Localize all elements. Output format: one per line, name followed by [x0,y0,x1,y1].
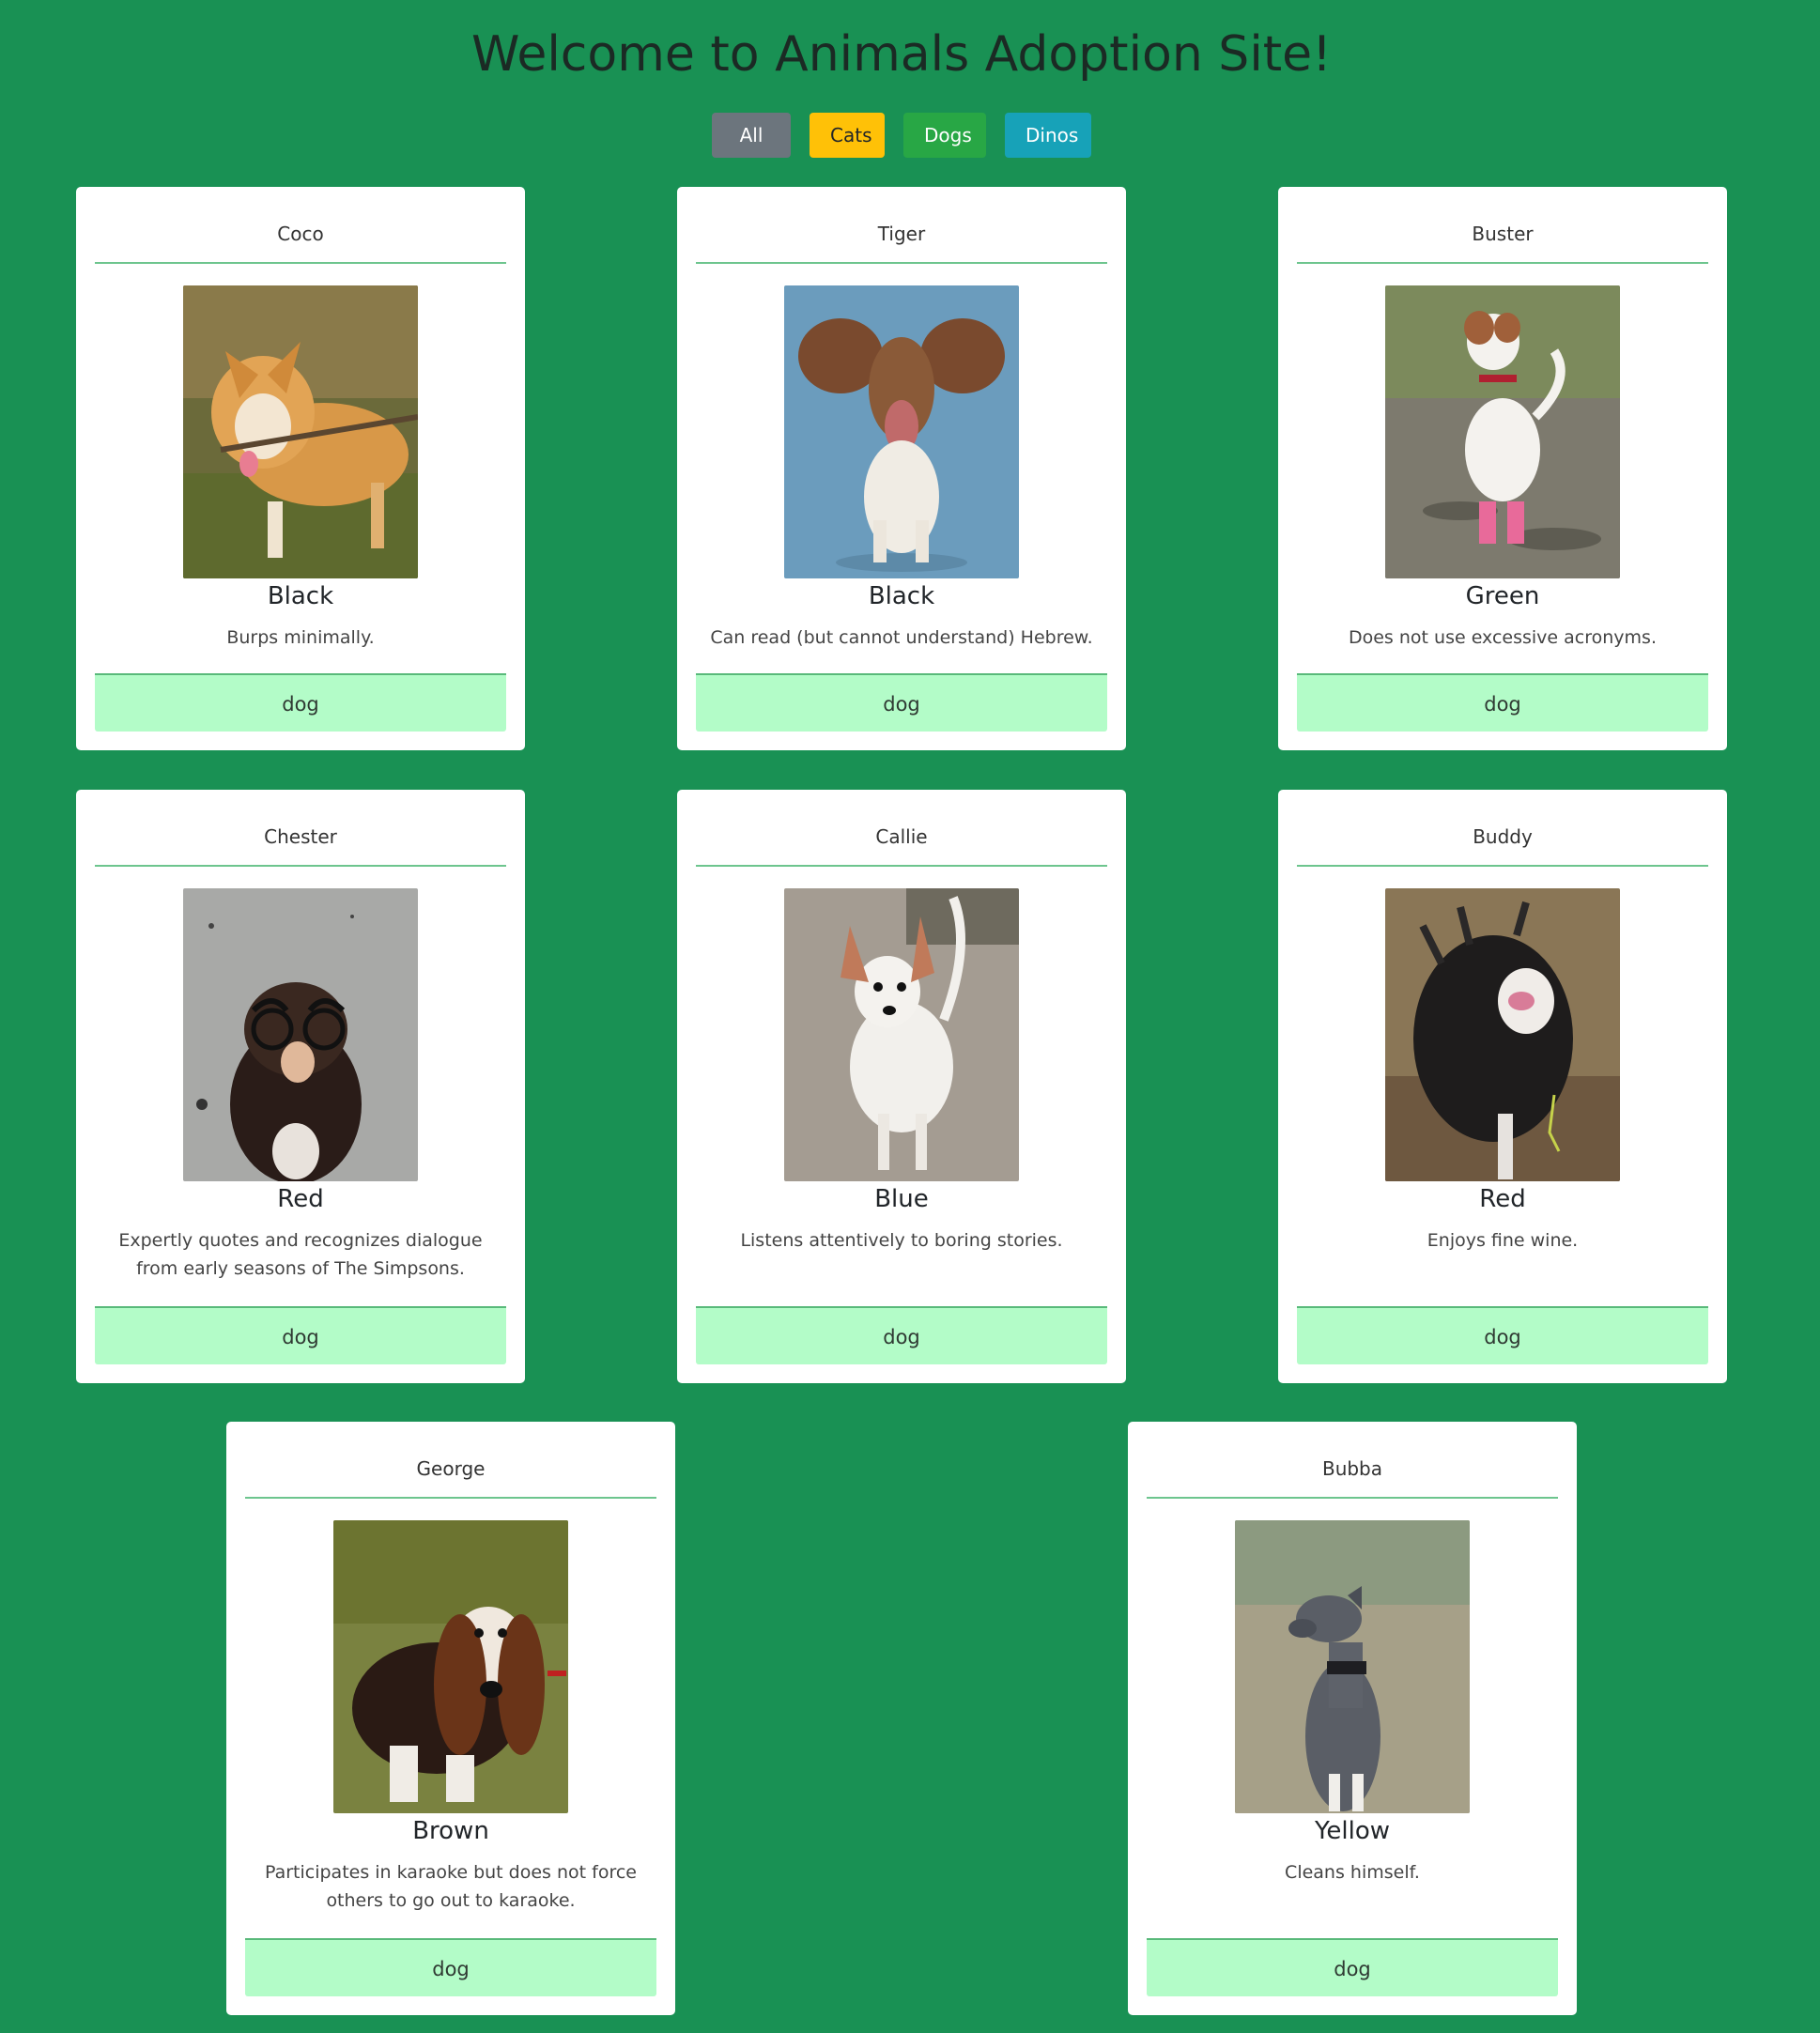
animal-color: Black [267,582,334,610]
animal-type: dog [696,1306,1107,1364]
animal-description: Listens attentively to boring stories. [740,1230,1063,1251]
animal-photo [1235,1520,1470,1813]
animal-type: dog [1147,1938,1558,1996]
animal-card: George Brown Participates in karaoke but… [226,1422,675,2015]
animal-color: Brown [412,1817,489,1845]
animal-description: Cleans himself. [1285,1862,1420,1883]
animal-color: Red [277,1185,324,1213]
animal-color: Yellow [1314,1817,1391,1845]
animal-name: Bubba [1147,1422,1558,1499]
animal-name: Coco [95,187,506,264]
animal-photo [183,285,418,578]
filter-dinos-button[interactable]: Dinos [1005,113,1091,158]
animal-type: dog [95,673,506,732]
animal-type: dog [696,673,1107,732]
filter-cats-button[interactable]: Cats [810,113,885,158]
animal-type: dog [95,1306,506,1364]
animal-color: Blue [874,1185,929,1213]
animal-description: Participates in karaoke but does not for… [264,1862,637,1911]
animal-card: Bubba Yellow Cleans himself. dog [1128,1422,1577,2015]
animal-photo [784,285,1019,578]
filter-bar: All Cats Dogs Dinos [0,113,1803,158]
animal-name: Buddy [1297,790,1708,867]
animal-name: Callie [696,790,1107,867]
animal-type: dog [245,1938,656,1996]
filter-all-button[interactable]: All [712,113,791,158]
animal-name: George [245,1422,656,1499]
animal-card: Chester Red Expertly quotes and recogniz… [76,790,525,1383]
animal-type: dog [1297,673,1708,732]
animal-description: Expertly quotes and recognizes dialogue … [118,1230,483,1279]
animal-card: Coco Black Burps minimally. dog [76,187,525,750]
animal-color: Black [868,582,935,610]
animal-card: Buster Green Does not use excessive acro… [1278,187,1727,750]
animal-color: Red [1479,1185,1526,1213]
animal-photo [784,888,1019,1181]
animal-description: Enjoys fine wine. [1427,1230,1579,1251]
animal-photo [1385,285,1620,578]
animal-name: Buster [1297,187,1708,264]
animal-photo [333,1520,568,1813]
page-title: Welcome to Animals Adoption Site! [471,26,1332,83]
animal-color: Green [1465,582,1540,610]
animal-description: Can read (but cannot understand) Hebrew. [710,627,1093,648]
animal-card: Buddy Red Enjoys fine wine. dog [1278,790,1727,1383]
animal-photo [1385,888,1620,1181]
animal-name: Chester [95,790,506,867]
animal-description: Burps minimally. [226,627,375,648]
animal-card: Tiger Black Can read (but cannot underst… [677,187,1126,750]
filter-dogs-button[interactable]: Dogs [903,113,986,158]
animal-card: Callie Blue Listens attentively to borin… [677,790,1126,1383]
animal-description: Does not use excessive acronyms. [1348,627,1657,648]
animal-photo [183,888,418,1181]
animal-type: dog [1297,1306,1708,1364]
animal-name: Tiger [696,187,1107,264]
